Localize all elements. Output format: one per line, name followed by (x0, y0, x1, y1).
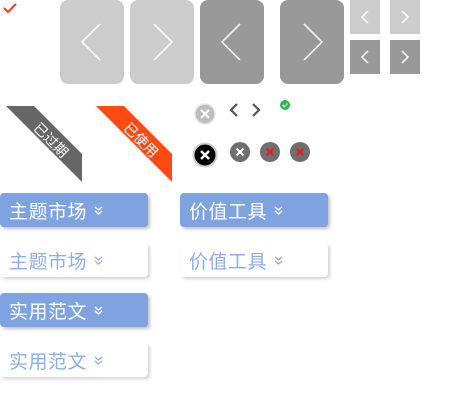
tag-label: 实用范文 (9, 300, 88, 323)
chevron-right-icon (401, 50, 410, 64)
close-circle-black-icon[interactable] (192, 142, 218, 168)
theme-market-tag-filled[interactable]: 主题市场 (0, 193, 148, 227)
double-chevron-down-icon (93, 205, 104, 216)
success-check-icon (280, 100, 290, 110)
prev-button-small-active[interactable] (350, 40, 380, 74)
close-circle-red-icon[interactable] (290, 142, 310, 162)
used-ribbon: 已使用 (90, 100, 174, 184)
tag-label: 实用范文 (9, 350, 88, 373)
chevron-right-icon (401, 10, 410, 24)
theme-market-tag-outline[interactable]: 主题市场 (0, 243, 148, 277)
close-circle-light-icon[interactable] (194, 103, 216, 125)
close-circle-red-icon[interactable] (260, 142, 280, 162)
next-button-small[interactable] (390, 0, 420, 34)
value-tools-tag-outline[interactable]: 价值工具 (180, 243, 328, 277)
chevron-right-icon (303, 23, 324, 61)
double-chevron-down-icon (93, 355, 104, 366)
double-chevron-down-icon (273, 255, 284, 266)
chevron-left-icon (360, 50, 369, 64)
prev-button-large[interactable] (60, 0, 124, 84)
prev-button-large-active[interactable] (200, 0, 264, 84)
practical-writing-tag-outline[interactable]: 实用范文 (0, 343, 148, 377)
value-tools-tag-filled[interactable]: 价值工具 (180, 193, 328, 227)
next-button-small-active[interactable] (390, 40, 420, 74)
tag-label: 价值工具 (189, 250, 268, 273)
chevron-left-icon (80, 23, 101, 61)
tag-label: 价值工具 (189, 200, 268, 223)
chevron-right-icon (153, 23, 174, 61)
check-mark-icon (3, 0, 17, 14)
close-circle-gray-icon[interactable] (230, 142, 250, 162)
practical-writing-tag-filled[interactable]: 实用范文 (0, 293, 148, 327)
tag-label: 主题市场 (9, 200, 88, 223)
tag-label: 主题市场 (9, 250, 88, 273)
double-chevron-down-icon (273, 205, 284, 216)
chevron-left-icon (220, 23, 241, 61)
expired-ribbon: 已过期 (0, 100, 84, 184)
next-button-large-active[interactable] (280, 0, 344, 84)
chevron-left-icon (360, 10, 369, 24)
double-chevron-down-icon (93, 305, 104, 316)
next-button-large[interactable] (130, 0, 194, 84)
prev-button-small[interactable] (350, 0, 380, 34)
double-chevron-down-icon (93, 255, 104, 266)
chevron-left-right-icon[interactable] (228, 100, 262, 120)
